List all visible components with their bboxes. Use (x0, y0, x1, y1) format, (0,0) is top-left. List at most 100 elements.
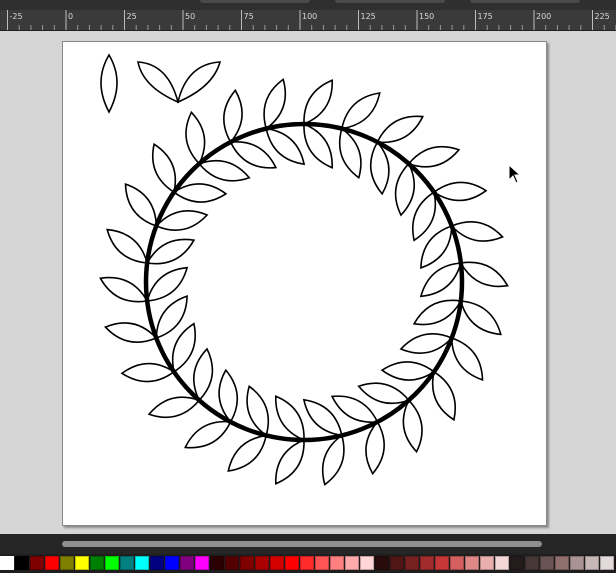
wreath-inner-leaf[interactable] (197, 159, 251, 182)
color-swatch[interactable] (195, 556, 209, 570)
wreath-inner-leaf[interactable] (145, 238, 196, 265)
wreath-inner-leaf[interactable] (192, 347, 214, 402)
wreath-leaves[interactable] (99, 78, 509, 486)
color-swatch[interactable] (255, 556, 269, 570)
color-swatch[interactable] (570, 556, 584, 570)
scrollbar-thumb[interactable] (62, 541, 542, 547)
color-swatch[interactable] (465, 556, 479, 570)
wreath-inner-leaf[interactable] (412, 190, 437, 242)
color-swatch[interactable] (210, 556, 224, 570)
color-swatch[interactable] (390, 556, 404, 570)
color-swatch[interactable] (150, 556, 164, 570)
color-swatch[interactable] (480, 556, 494, 570)
color-swatch[interactable] (405, 556, 419, 570)
wreath-outer-leaf[interactable] (459, 261, 509, 288)
wreath-inner-leaf[interactable] (146, 266, 189, 302)
wreath-inner-leaf[interactable] (302, 398, 343, 437)
color-swatch[interactable] (225, 556, 239, 570)
wreath-outer-leaf[interactable] (450, 336, 484, 382)
color-swatch[interactable] (75, 556, 89, 570)
color-swatch[interactable] (105, 556, 119, 570)
wreath-outer-leaf[interactable] (124, 182, 158, 228)
wreath-inner-leaf[interactable] (394, 162, 416, 217)
toolbar-tab[interactable] (200, 0, 310, 3)
color-swatch[interactable] (300, 556, 314, 570)
color-swatch[interactable] (375, 556, 389, 570)
wreath-outer-leaf[interactable] (407, 145, 461, 168)
wreath-outer-leaf[interactable] (147, 396, 201, 419)
wreath-outer-leaf[interactable] (402, 398, 423, 454)
color-swatch[interactable] (330, 556, 344, 570)
wreath-outer-leaf[interactable] (223, 88, 243, 144)
color-swatch[interactable] (45, 556, 59, 570)
color-swatch[interactable] (60, 556, 74, 570)
wreath-outer-leaf[interactable] (99, 276, 149, 303)
wreath-inner-leaf[interactable] (419, 262, 462, 298)
color-swatch[interactable] (165, 556, 179, 570)
color-swatch[interactable] (135, 556, 149, 570)
canvas-area[interactable] (0, 31, 616, 534)
color-swatch[interactable] (525, 556, 539, 570)
color-swatch[interactable] (90, 556, 104, 570)
wreath-outer-leaf[interactable] (106, 228, 149, 264)
color-swatch[interactable] (360, 556, 374, 570)
wreath-inner-leaf[interactable] (171, 322, 196, 374)
color-swatch[interactable] (240, 556, 254, 570)
wreath-inner-leaf[interactable] (420, 224, 453, 270)
wreath-outer-leaf[interactable] (263, 78, 287, 130)
color-swatch[interactable] (15, 556, 29, 570)
wreath-inner-leaf[interactable] (380, 361, 436, 381)
wreath-outer-leaf[interactable] (152, 142, 177, 194)
horizontal-scrollbar[interactable] (0, 534, 616, 554)
drawing-svg[interactable] (63, 42, 546, 525)
wreath-inner-leaf[interactable] (357, 382, 411, 405)
wreath-outer-leaf[interactable] (274, 438, 305, 485)
toolbar-tab[interactable] (335, 0, 445, 3)
color-swatch[interactable] (420, 556, 434, 570)
color-swatch[interactable] (495, 556, 509, 570)
color-swatch[interactable] (315, 556, 329, 570)
horizontal-ruler[interactable]: -25 0 25 50 75 100 125 150 175 200 225 (0, 10, 616, 31)
wreath-outer-leaf[interactable] (104, 322, 158, 343)
wreath-outer-leaf[interactable] (227, 434, 268, 472)
wreath-inner-leaf[interactable] (155, 294, 188, 340)
wreath-inner-leaf[interactable] (265, 127, 306, 166)
wreath-inner-leaf[interactable] (218, 368, 238, 424)
wreath-inner-leaf[interactable] (246, 384, 270, 437)
leaf-pair[interactable] (137, 61, 222, 104)
color-swatch[interactable] (120, 556, 134, 570)
wreath-inner-leaf[interactable] (229, 141, 278, 169)
wreath-outer-leaf[interactable] (303, 79, 334, 126)
no-paint-swatch[interactable] (0, 556, 14, 570)
wreath-outer-leaf[interactable] (120, 362, 176, 383)
wreath-inner-leaf[interactable] (303, 122, 334, 169)
wreath-outer-leaf[interactable] (459, 300, 502, 336)
color-swatch[interactable] (285, 556, 299, 570)
wreath-inner-leaf[interactable] (370, 140, 390, 196)
color-swatch[interactable] (270, 556, 284, 570)
color-swatch[interactable] (345, 556, 359, 570)
wreath-outer-leaf[interactable] (431, 370, 456, 422)
document-page[interactable] (62, 41, 547, 526)
wreath-outer-leaf[interactable] (184, 420, 232, 449)
color-swatch[interactable] (30, 556, 44, 570)
wreath-outer-leaf[interactable] (185, 110, 206, 166)
toolbar-tab[interactable] (470, 0, 580, 3)
color-swatch[interactable] (540, 556, 554, 570)
wreath-outer-leaf[interactable] (340, 92, 381, 130)
color-swatch[interactable] (435, 556, 449, 570)
wreath-outer-leaf[interactable] (450, 221, 504, 242)
wreath-inner-leaf[interactable] (274, 395, 305, 442)
color-palette[interactable] (0, 554, 616, 573)
color-swatch[interactable] (450, 556, 464, 570)
color-swatch[interactable] (555, 556, 569, 570)
wreath-inner-leaf[interactable] (330, 395, 379, 423)
wreath-outer-leaf[interactable] (365, 420, 385, 476)
color-swatch[interactable] (510, 556, 524, 570)
wreath-inner-leaf[interactable] (338, 127, 362, 180)
wreath-inner-leaf[interactable] (412, 299, 463, 326)
wreath-outer-leaf[interactable] (321, 434, 345, 486)
wreath-ring[interactable] (143, 121, 465, 443)
color-swatch[interactable] (180, 556, 194, 570)
standalone-leaf[interactable] (100, 53, 118, 114)
